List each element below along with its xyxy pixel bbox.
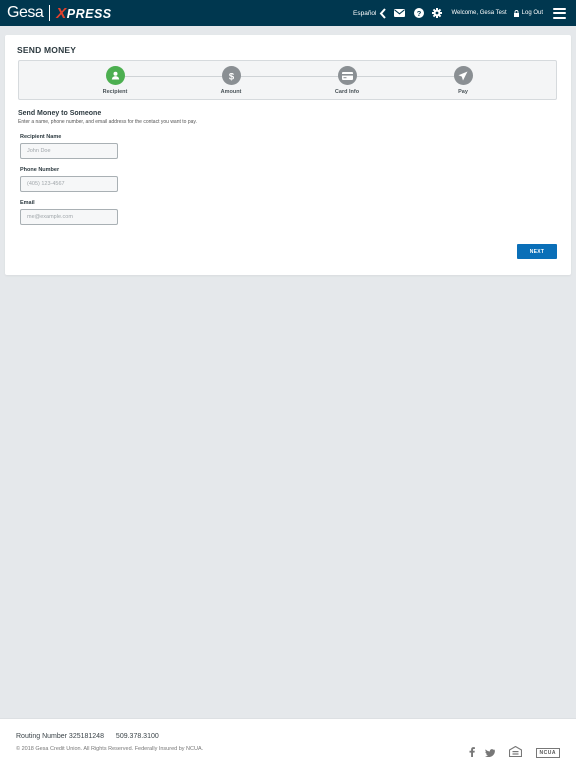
mail-icon[interactable] (393, 9, 405, 17)
step-pay[interactable]: Pay (433, 66, 493, 95)
chevron-left-icon[interactable] (379, 7, 386, 19)
recipient-name-input[interactable] (20, 143, 118, 159)
email-input[interactable] (20, 209, 118, 225)
header-actions: Español ? Welcome, Gesa Test Log Out (353, 0, 576, 26)
progress-stepper: Recipient $ Amount Card Info Pay (18, 60, 557, 100)
email-label: Email (20, 200, 35, 206)
send-money-card: SEND MONEY Recipient $ Amount Card Info (5, 35, 571, 275)
next-button[interactable]: NEXT (517, 244, 557, 259)
twitter-icon[interactable] (484, 744, 495, 762)
paper-plane-icon (453, 66, 473, 85)
svg-text:?: ? (416, 9, 421, 18)
credit-card-icon (337, 66, 357, 85)
logo-product-text: XPRESS (56, 4, 112, 22)
page-footer: Routing Number 325181248 509.378.3100 © … (0, 718, 576, 768)
svg-text:$: $ (228, 71, 234, 81)
ncua-badge: NCUA (535, 748, 560, 758)
logout-link[interactable]: Log Out (513, 9, 543, 17)
phone-number-label: Phone Number (20, 167, 60, 173)
step-label: Amount (220, 89, 242, 95)
menu-icon[interactable] (553, 7, 566, 19)
logo-brand-text: Gesa (7, 4, 44, 21)
recipient-name-label: Recipient Name (20, 134, 62, 140)
facebook-icon[interactable] (469, 744, 475, 762)
routing-number: 325181248 (68, 733, 104, 740)
language-link[interactable]: Español (353, 10, 377, 17)
user-icon (105, 66, 125, 85)
step-amount[interactable]: $ Amount (201, 66, 261, 95)
logo-divider (49, 5, 51, 21)
page-title: SEND MONEY (17, 45, 77, 55)
routing-label: Routing Number (16, 733, 67, 740)
step-label: Pay (458, 89, 468, 95)
routing-info: Routing Number 325181248 509.378.3100 (16, 733, 159, 740)
top-navigation-bar: Gesa XPRESS Español ? Welcome, Gesa Test… (0, 0, 576, 26)
phone-number-input[interactable] (20, 176, 118, 192)
step-label: Recipient (102, 89, 128, 95)
gear-icon[interactable] (431, 8, 442, 18)
gesa-xpress-logo[interactable]: Gesa XPRESS (7, 0, 112, 26)
stepper-connector-line (115, 76, 461, 77)
lock-icon (513, 9, 519, 17)
copyright-text: © 2018 Gesa Credit Union. All Rights Res… (16, 746, 204, 752)
section-description: Enter a name, phone number, and email ad… (18, 119, 197, 125)
phone-number-link[interactable]: 509.378.3100 (116, 733, 159, 740)
step-card-info[interactable]: Card Info (317, 66, 377, 95)
step-label: Card Info (334, 89, 360, 95)
equal-housing-lender-icon (508, 744, 522, 762)
footer-icons: NCUA (469, 744, 560, 762)
welcome-text: Welcome, Gesa Test (451, 10, 507, 16)
section-heading: Send Money to Someone (18, 110, 102, 117)
logout-label: Log Out (521, 10, 543, 16)
help-icon[interactable]: ? (413, 8, 424, 18)
dollar-icon: $ (221, 66, 241, 85)
step-recipient[interactable]: Recipient (85, 66, 145, 95)
